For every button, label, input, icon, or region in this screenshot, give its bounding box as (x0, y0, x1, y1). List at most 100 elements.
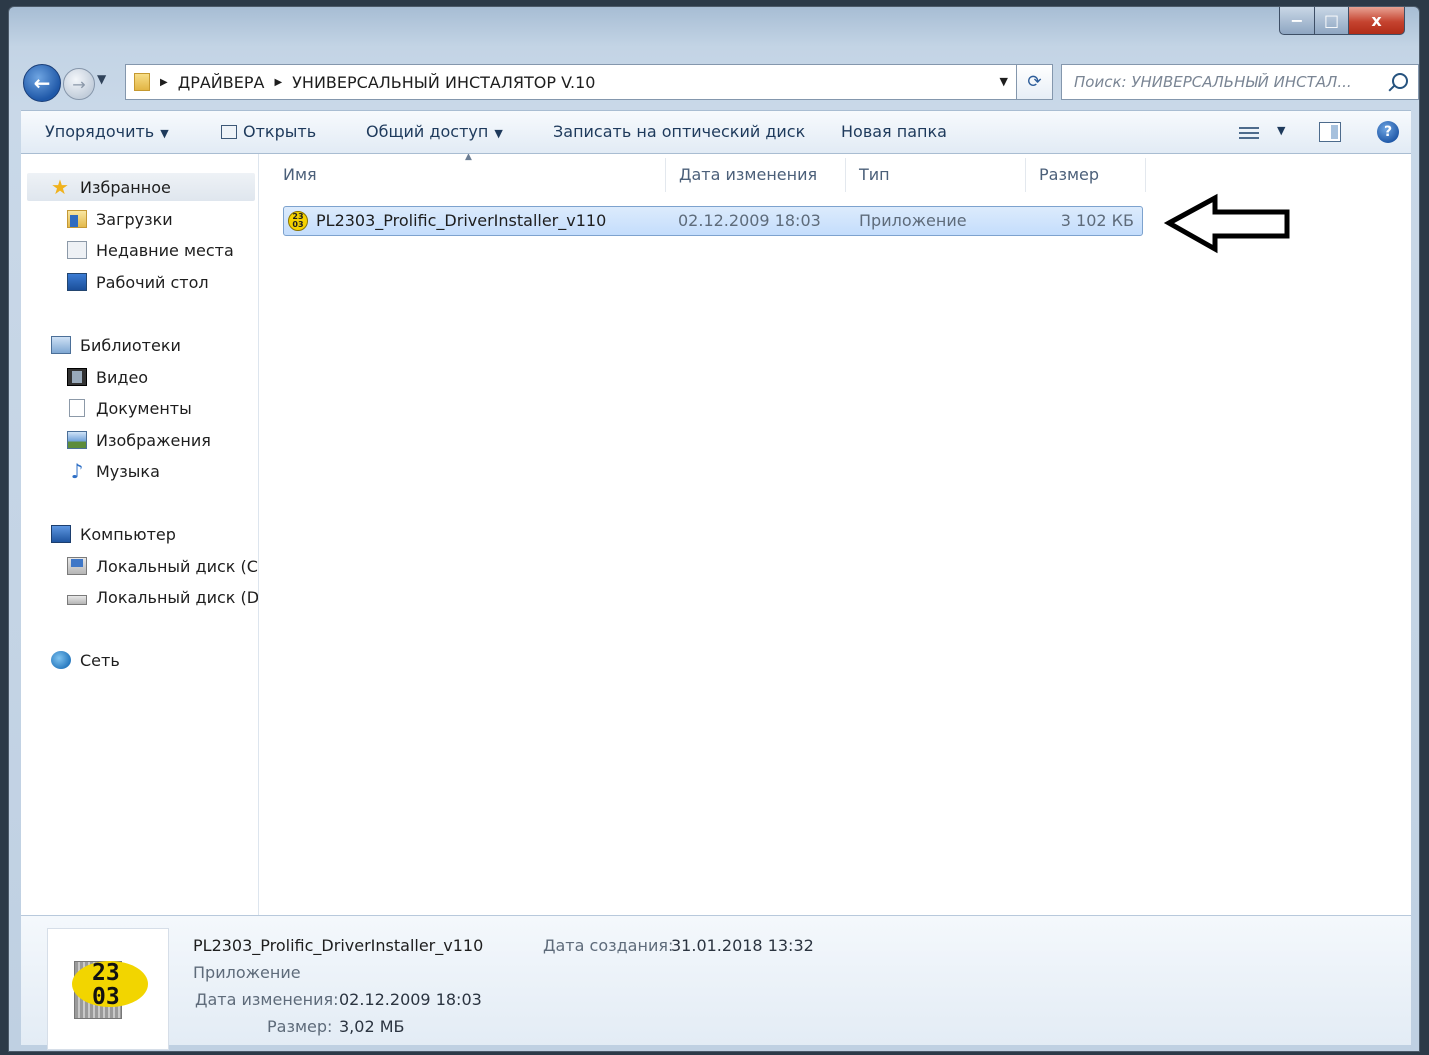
organize-label: Упорядочить (45, 122, 155, 141)
sidebar-item-documents[interactable]: Документы (67, 394, 192, 422)
organize-button[interactable]: Упорядочить ▼ (45, 122, 169, 141)
sidebar-item-label: Библиотеки (80, 335, 181, 355)
refresh-button[interactable]: ⟳ (1017, 64, 1053, 100)
share-button[interactable]: Общий доступ ▼ (366, 122, 503, 141)
sidebar-item-libraries[interactable]: Библиотеки (51, 331, 181, 359)
details-size-label: Размер: (267, 1017, 333, 1036)
navigation-pane: ★ Избранное Загрузки Недавние места Рабо… (21, 154, 259, 915)
address-dropdown-icon[interactable]: ▼ (1000, 75, 1008, 88)
column-divider[interactable] (1145, 158, 1146, 192)
file-date: 02.12.2009 18:03 (678, 211, 821, 230)
sidebar-item-favorites[interactable]: ★ Избранное (27, 173, 255, 201)
pictures-icon (67, 431, 87, 449)
details-file-type: Приложение (193, 963, 301, 982)
open-label: Открыть (243, 122, 317, 141)
thumbnail-line: 03 (92, 984, 120, 1010)
sidebar-item-label: Избранное (80, 177, 171, 197)
star-icon: ★ (51, 175, 69, 199)
disk-icon (67, 595, 87, 605)
network-icon (51, 651, 71, 669)
sidebar-item-label: Компьютер (80, 524, 176, 544)
new-folder-button[interactable]: Новая папка (841, 122, 947, 141)
downloads-icon (67, 210, 87, 228)
breadcrumb-item[interactable]: УНИВЕРСАЛЬНЫЙ ИНСТАЛЯТОР V.10 (292, 73, 595, 92)
open-icon (221, 125, 237, 139)
search-placeholder: Поиск: УНИВЕРСАЛЬНЫЙ ИНСТАЛ... (1074, 73, 1352, 91)
sidebar-item-network[interactable]: Сеть (51, 646, 120, 674)
sidebar-item-disk-c[interactable]: Локальный диск (C (67, 552, 258, 580)
preview-pane-icon[interactable] (1319, 122, 1341, 142)
folder-icon (134, 73, 150, 91)
details-pane: 23 03 PL2303_Prolific_DriverInstaller_v11… (21, 915, 1411, 1050)
view-dropdown-icon[interactable]: ▼ (1277, 124, 1285, 137)
sidebar-item-downloads[interactable]: Загрузки (67, 205, 173, 233)
sidebar-item-computer[interactable]: Компьютер (51, 520, 176, 548)
file-row[interactable]: 23 03 PL2303_Prolific_DriverInstaller_v1… (283, 206, 1143, 236)
open-button[interactable]: Открыть (221, 122, 316, 141)
sidebar-item-label: Музыка (96, 461, 160, 481)
computer-icon (51, 525, 71, 543)
change-view-icon[interactable] (1239, 124, 1259, 140)
column-header-label: Имя (283, 164, 317, 184)
back-button[interactable]: ← (23, 64, 61, 102)
sidebar-item-disk-d[interactable]: Локальный диск (D (67, 583, 259, 611)
search-icon[interactable] (1392, 73, 1408, 89)
sidebar-item-music[interactable]: ♪ Музыка (67, 457, 160, 485)
sidebar-item-label: Недавние места (96, 240, 234, 260)
annotation-arrow-icon (1163, 193, 1290, 254)
breadcrumb-separator-icon[interactable]: ▶ (274, 77, 282, 88)
sidebar-item-label: Документы (96, 398, 192, 418)
sidebar-item-label: Изображения (96, 430, 211, 450)
chevron-down-icon: ▼ (160, 127, 169, 140)
column-header-name[interactable]: Имя ▲ (259, 154, 665, 194)
application-icon: 23 03 (288, 211, 308, 231)
details-created-value: 31.01.2018 13:32 (671, 936, 814, 955)
sidebar-item-desktop[interactable]: Рабочий стол (67, 268, 209, 296)
video-icon (67, 368, 87, 386)
breadcrumb-separator-icon[interactable]: ▶ (160, 77, 168, 88)
system-disk-icon (67, 557, 87, 575)
share-label: Общий доступ (366, 122, 489, 141)
file-name: PL2303_Prolific_DriverInstaller_v110 (316, 211, 607, 230)
details-created-label: Дата создания: (543, 936, 674, 955)
minimize-button[interactable]: − (1279, 7, 1315, 35)
search-input[interactable]: Поиск: УНИВЕРСАЛЬНЫЙ ИНСТАЛ... (1061, 64, 1419, 100)
sidebar-item-label: Сеть (80, 650, 120, 670)
column-header-date[interactable]: Дата изменения (655, 154, 835, 194)
navigation-bar: ← → ▼ ▶ ДРАЙВЕРА ▶ УНИВЕРСАЛЬНЫЙ ИНСТАЛЯ… (21, 60, 1419, 104)
explorer-window: − □ x ← → ▼ ▶ ДРАЙВЕРА ▶ УНИВЕРСАЛЬНЫЙ И… (8, 6, 1420, 1052)
file-thumbnail: 23 03 (47, 928, 169, 1050)
sort-ascending-icon: ▲ (465, 154, 472, 162)
sidebar-item-label: Загрузки (96, 209, 173, 229)
maximize-button[interactable]: □ (1315, 7, 1349, 35)
breadcrumb-item[interactable]: ДРАЙВЕРА (178, 73, 265, 92)
recent-places-icon (67, 241, 87, 259)
close-button[interactable]: x (1349, 7, 1405, 35)
caption-buttons: − □ x (1279, 7, 1405, 35)
music-icon: ♪ (70, 459, 84, 483)
sidebar-item-label: Видео (96, 367, 149, 387)
sidebar-item-pictures[interactable]: Изображения (67, 426, 211, 454)
sidebar-item-recent-places[interactable]: Недавние места (67, 236, 234, 264)
desktop-icon (67, 273, 87, 291)
file-size: 3 102 КБ (1060, 211, 1134, 230)
libraries-icon (51, 336, 71, 354)
details-file-name: PL2303_Prolific_DriverInstaller_v110 (193, 936, 484, 955)
sidebar-item-label: Локальный диск (C (96, 556, 258, 576)
command-bar: Упорядочить ▼ Открыть Общий доступ ▼ Запис… (21, 110, 1411, 154)
recent-pages-dropdown-icon[interactable]: ▼ (97, 72, 106, 86)
sidebar-item-label: Локальный диск (D (96, 587, 259, 607)
chevron-down-icon: ▼ (494, 127, 503, 140)
address-bar[interactable]: ▶ ДРАЙВЕРА ▶ УНИВЕРСАЛЬНЫЙ ИНСТАЛЯТОР V.… (125, 64, 1017, 100)
help-icon[interactable]: ? (1377, 121, 1399, 143)
file-list: Имя ▲ Дата изменения Тип Размер 23 03 PL… (259, 154, 1411, 915)
details-size-value: 3,02 МБ (339, 1017, 405, 1036)
column-header-size[interactable]: Размер (1015, 154, 1145, 194)
forward-button[interactable]: → (63, 68, 95, 100)
details-modified-label: Дата изменения: (195, 990, 339, 1009)
details-modified-value: 02.12.2009 18:03 (339, 990, 482, 1009)
thumbnail-label: 23 03 (92, 961, 120, 1009)
burn-button[interactable]: Записать на оптический диск (553, 122, 805, 141)
column-header-type[interactable]: Тип (835, 154, 1015, 194)
sidebar-item-video[interactable]: Видео (67, 363, 148, 391)
